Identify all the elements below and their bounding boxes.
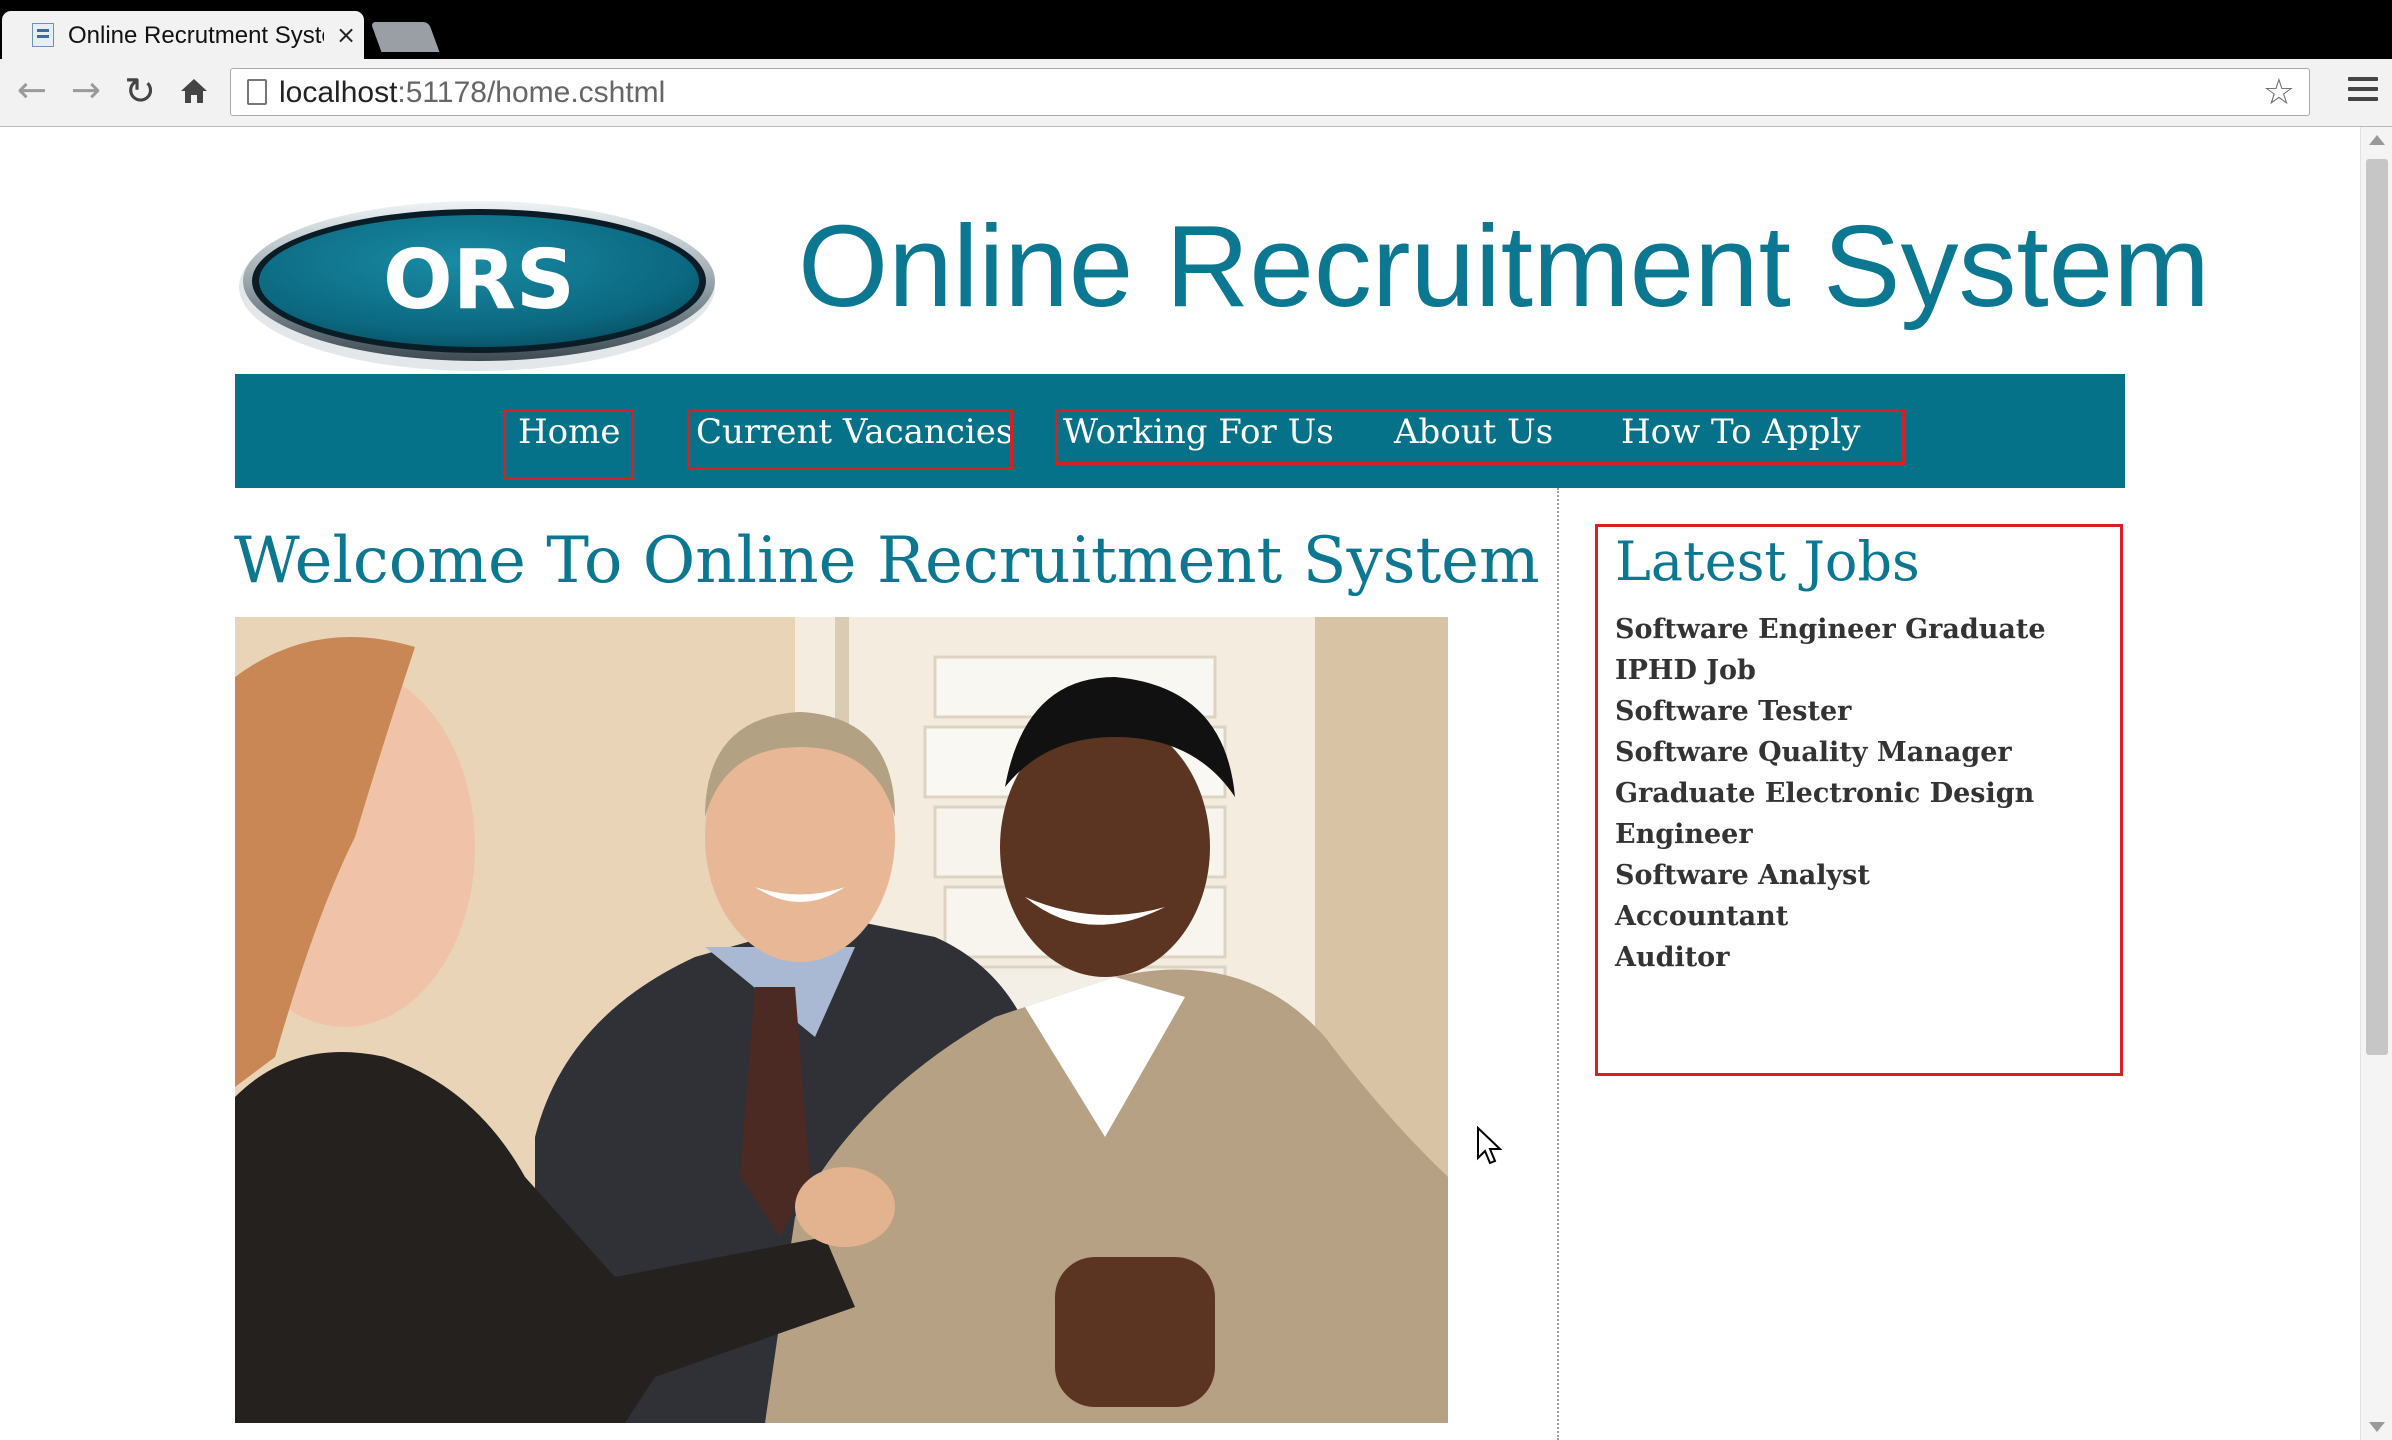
- url-path: :51178/home.cshtml: [397, 76, 666, 109]
- job-link[interactable]: Graduate Electronic Design Engineer: [1615, 773, 2120, 855]
- hamburger-menu-icon[interactable]: [2348, 77, 2378, 107]
- star-icon[interactable]: ☆: [2263, 73, 2295, 113]
- address-bar[interactable]: localhost:51178/home.cshtml ☆: [230, 68, 2310, 116]
- ors-logo[interactable]: ORS: [234, 195, 720, 375]
- job-link[interactable]: Auditor: [1615, 937, 2120, 978]
- url-host: localhost: [279, 76, 398, 109]
- vertical-scrollbar[interactable]: [2360, 127, 2392, 1440]
- new-tab-button[interactable]: [370, 22, 440, 52]
- scroll-up-arrow-icon[interactable]: [2369, 135, 2385, 145]
- latest-jobs-list: Software Engineer Graduate IPHD Job Soft…: [1615, 609, 2120, 978]
- browser-tab[interactable]: Online Recrutment System ×: [2, 11, 364, 59]
- back-arrow-icon[interactable]: ←: [10, 69, 54, 113]
- reload-icon[interactable]: ↻: [118, 69, 162, 113]
- scroll-down-arrow-icon[interactable]: [2369, 1422, 2385, 1432]
- highlight-box-home: [503, 409, 634, 480]
- logo-text: ORS: [383, 233, 575, 328]
- browser-toolbar: ← → ↻ localhost:51178/home.cshtml ☆: [0, 59, 2392, 127]
- highlight-box-current-vacancies: [687, 409, 1013, 470]
- page-favicon-icon: [32, 23, 54, 47]
- main-nav: Home Current Vacancies Working For Us Ab…: [235, 374, 2125, 488]
- page-icon: [247, 79, 267, 105]
- welcome-heading: Welcome To Online Recruitment System: [234, 524, 1540, 598]
- business-handshake-photo: [235, 617, 1448, 1423]
- forward-arrow-icon[interactable]: →: [64, 69, 108, 113]
- url-text[interactable]: localhost:51178/home.cshtml: [279, 77, 665, 109]
- job-link[interactable]: Software Engineer Graduate IPHD Job: [1615, 609, 2120, 691]
- mouse-pointer-icon: [1476, 1125, 1503, 1166]
- job-link[interactable]: Software Quality Manager: [1615, 732, 2120, 773]
- site-title: Online Recruitment System: [798, 201, 2210, 331]
- highlight-box-nav-group: [1055, 409, 1905, 465]
- job-link[interactable]: Accountant: [1615, 896, 2120, 937]
- column-divider: [1557, 488, 1559, 1440]
- job-link[interactable]: Software Analyst: [1615, 855, 2120, 896]
- latest-jobs-panel: Latest Jobs Software Engineer Graduate I…: [1595, 524, 2123, 1076]
- tab-title: Online Recrutment System: [68, 22, 324, 49]
- browser-tabstrip: Online Recrutment System ×: [0, 0, 2392, 59]
- home-icon[interactable]: [172, 69, 216, 113]
- job-link[interactable]: Software Tester: [1615, 691, 2120, 732]
- scroll-thumb[interactable]: [2366, 159, 2388, 1055]
- latest-jobs-title: Latest Jobs: [1615, 530, 1920, 593]
- tab-close-icon[interactable]: ×: [336, 20, 356, 50]
